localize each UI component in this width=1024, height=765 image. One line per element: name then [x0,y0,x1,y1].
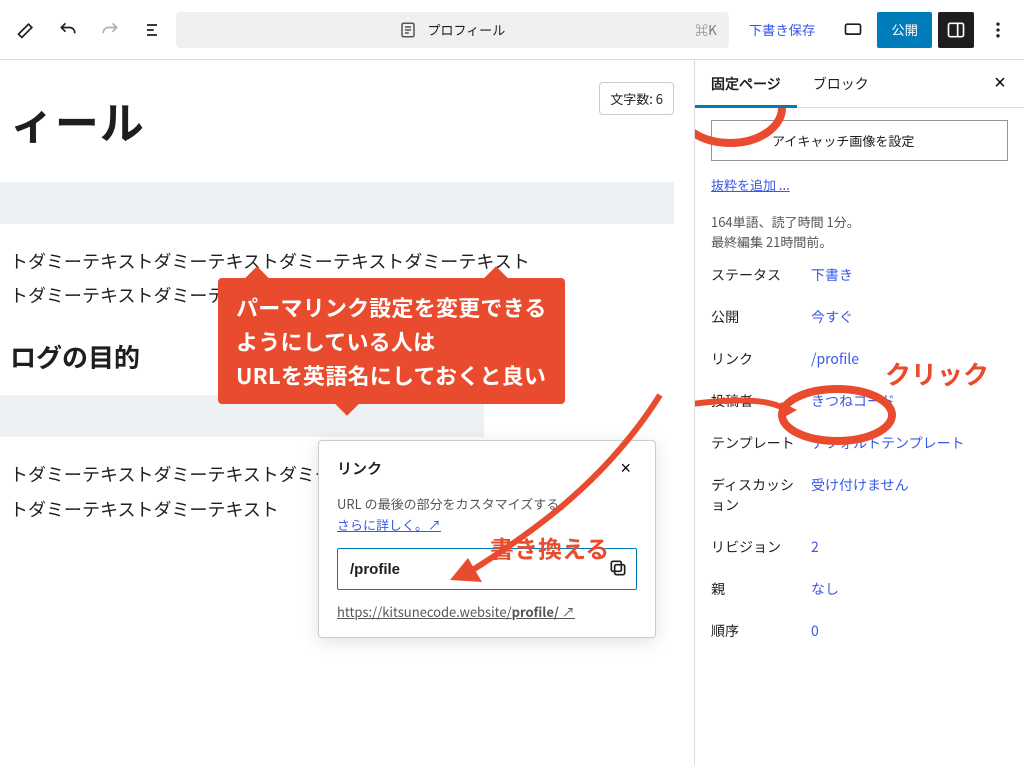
row-revision-value[interactable]: 2 [811,537,1008,557]
row-link-key: リンク [711,349,801,369]
row-status-key: ステータス [711,265,801,285]
edit-icon[interactable] [8,12,44,48]
add-excerpt-link[interactable]: 抜粋を追加 ... [711,175,1008,194]
more-options-icon[interactable] [980,12,1016,48]
editor-top-bar: プロフィール ⌘K 下書き保存 公開 [0,0,1024,60]
permalink-popover: リンク × URL の最後の部分をカスタマイズする。 さらに詳しく。↗ http… [318,440,656,638]
permalink-preview[interactable]: https://kitsunecode.website/profile/ ↗ [337,602,637,621]
page-icon [399,21,417,39]
document-title-bar[interactable]: プロフィール ⌘K [176,12,729,48]
popover-description: URL の最後の部分をカスタマイズする。 [337,494,637,513]
settings-sidebar: 固定ページ ブロック × アイキャッチ画像を設定 抜粋を追加 ... 164単語… [694,60,1024,765]
sidebar-tabs: 固定ページ ブロック × [695,60,1024,108]
tab-page[interactable]: 固定ページ [695,60,797,108]
row-template-value[interactable]: デフォルトテンプレート [811,433,1008,453]
preview-icon[interactable] [835,12,871,48]
document-properties: ステータス 下書き 公開 今すぐ リンク /profile 投稿者 きつねコード… [711,265,1008,641]
close-icon[interactable]: × [982,66,1018,102]
editor-canvas[interactable]: 文字数: 6 ィール トダミーテキストダミーテキストダミーテキストダミーテキスト… [0,60,694,765]
row-parent-value[interactable]: なし [811,579,1008,599]
redo-icon[interactable] [92,12,128,48]
row-author-key: 投稿者 [711,391,801,411]
set-featured-image-button[interactable]: アイキャッチ画像を設定 [711,120,1008,161]
heading-block[interactable]: ログの目的 [10,338,674,375]
copy-icon[interactable] [602,557,626,581]
row-author-value[interactable]: きつねコード [811,391,1008,411]
popover-title: リンク [337,458,382,479]
paragraph-block[interactable]: トダミーテキストダミーテキストダミーテキストダミーテキスト トダミーテキストダミ… [10,244,684,312]
row-order-value[interactable]: 0 [811,621,1008,641]
editor-workspace: 文字数: 6 ィール トダミーテキストダミーテキストダミーテキストダミーテキスト… [0,60,1024,765]
block-placeholder[interactable] [0,395,484,437]
save-draft-button[interactable]: 下書き保存 [735,20,830,39]
document-title: プロフィール [427,20,505,39]
tab-block[interactable]: ブロック [797,60,885,108]
learn-more-link[interactable]: さらに詳しく。↗ [337,515,441,534]
settings-sidebar-toggle[interactable] [938,12,974,48]
slug-input-wrapper [337,548,637,590]
document-stats: 164単語、読了時間 1分。 最終編集 21時間前。 [711,212,1008,251]
row-parent-key: 親 [711,579,801,599]
row-discussion-value[interactable]: 受け付けません [811,475,1008,495]
slug-input[interactable] [348,560,602,579]
close-icon[interactable]: × [614,457,637,480]
row-revision-key: リビジョン [711,537,801,557]
undo-icon[interactable] [50,12,86,48]
row-publish-value[interactable]: 今すぐ [811,307,1008,327]
page-title[interactable]: ィール [10,88,674,152]
kbd-shortcut: ⌘K [695,20,716,39]
block-placeholder[interactable] [0,182,674,224]
row-link-value[interactable]: /profile [811,349,1008,369]
word-count-badge: 文字数: 6 [599,82,674,115]
row-order-key: 順序 [711,621,801,641]
document-outline-icon[interactable] [134,12,170,48]
row-template-key: テンプレート [711,433,801,453]
row-discussion-key: ディスカッション [711,475,801,515]
row-status-value[interactable]: 下書き [811,265,1008,285]
publish-button[interactable]: 公開 [877,12,932,48]
row-publish-key: 公開 [711,307,801,327]
